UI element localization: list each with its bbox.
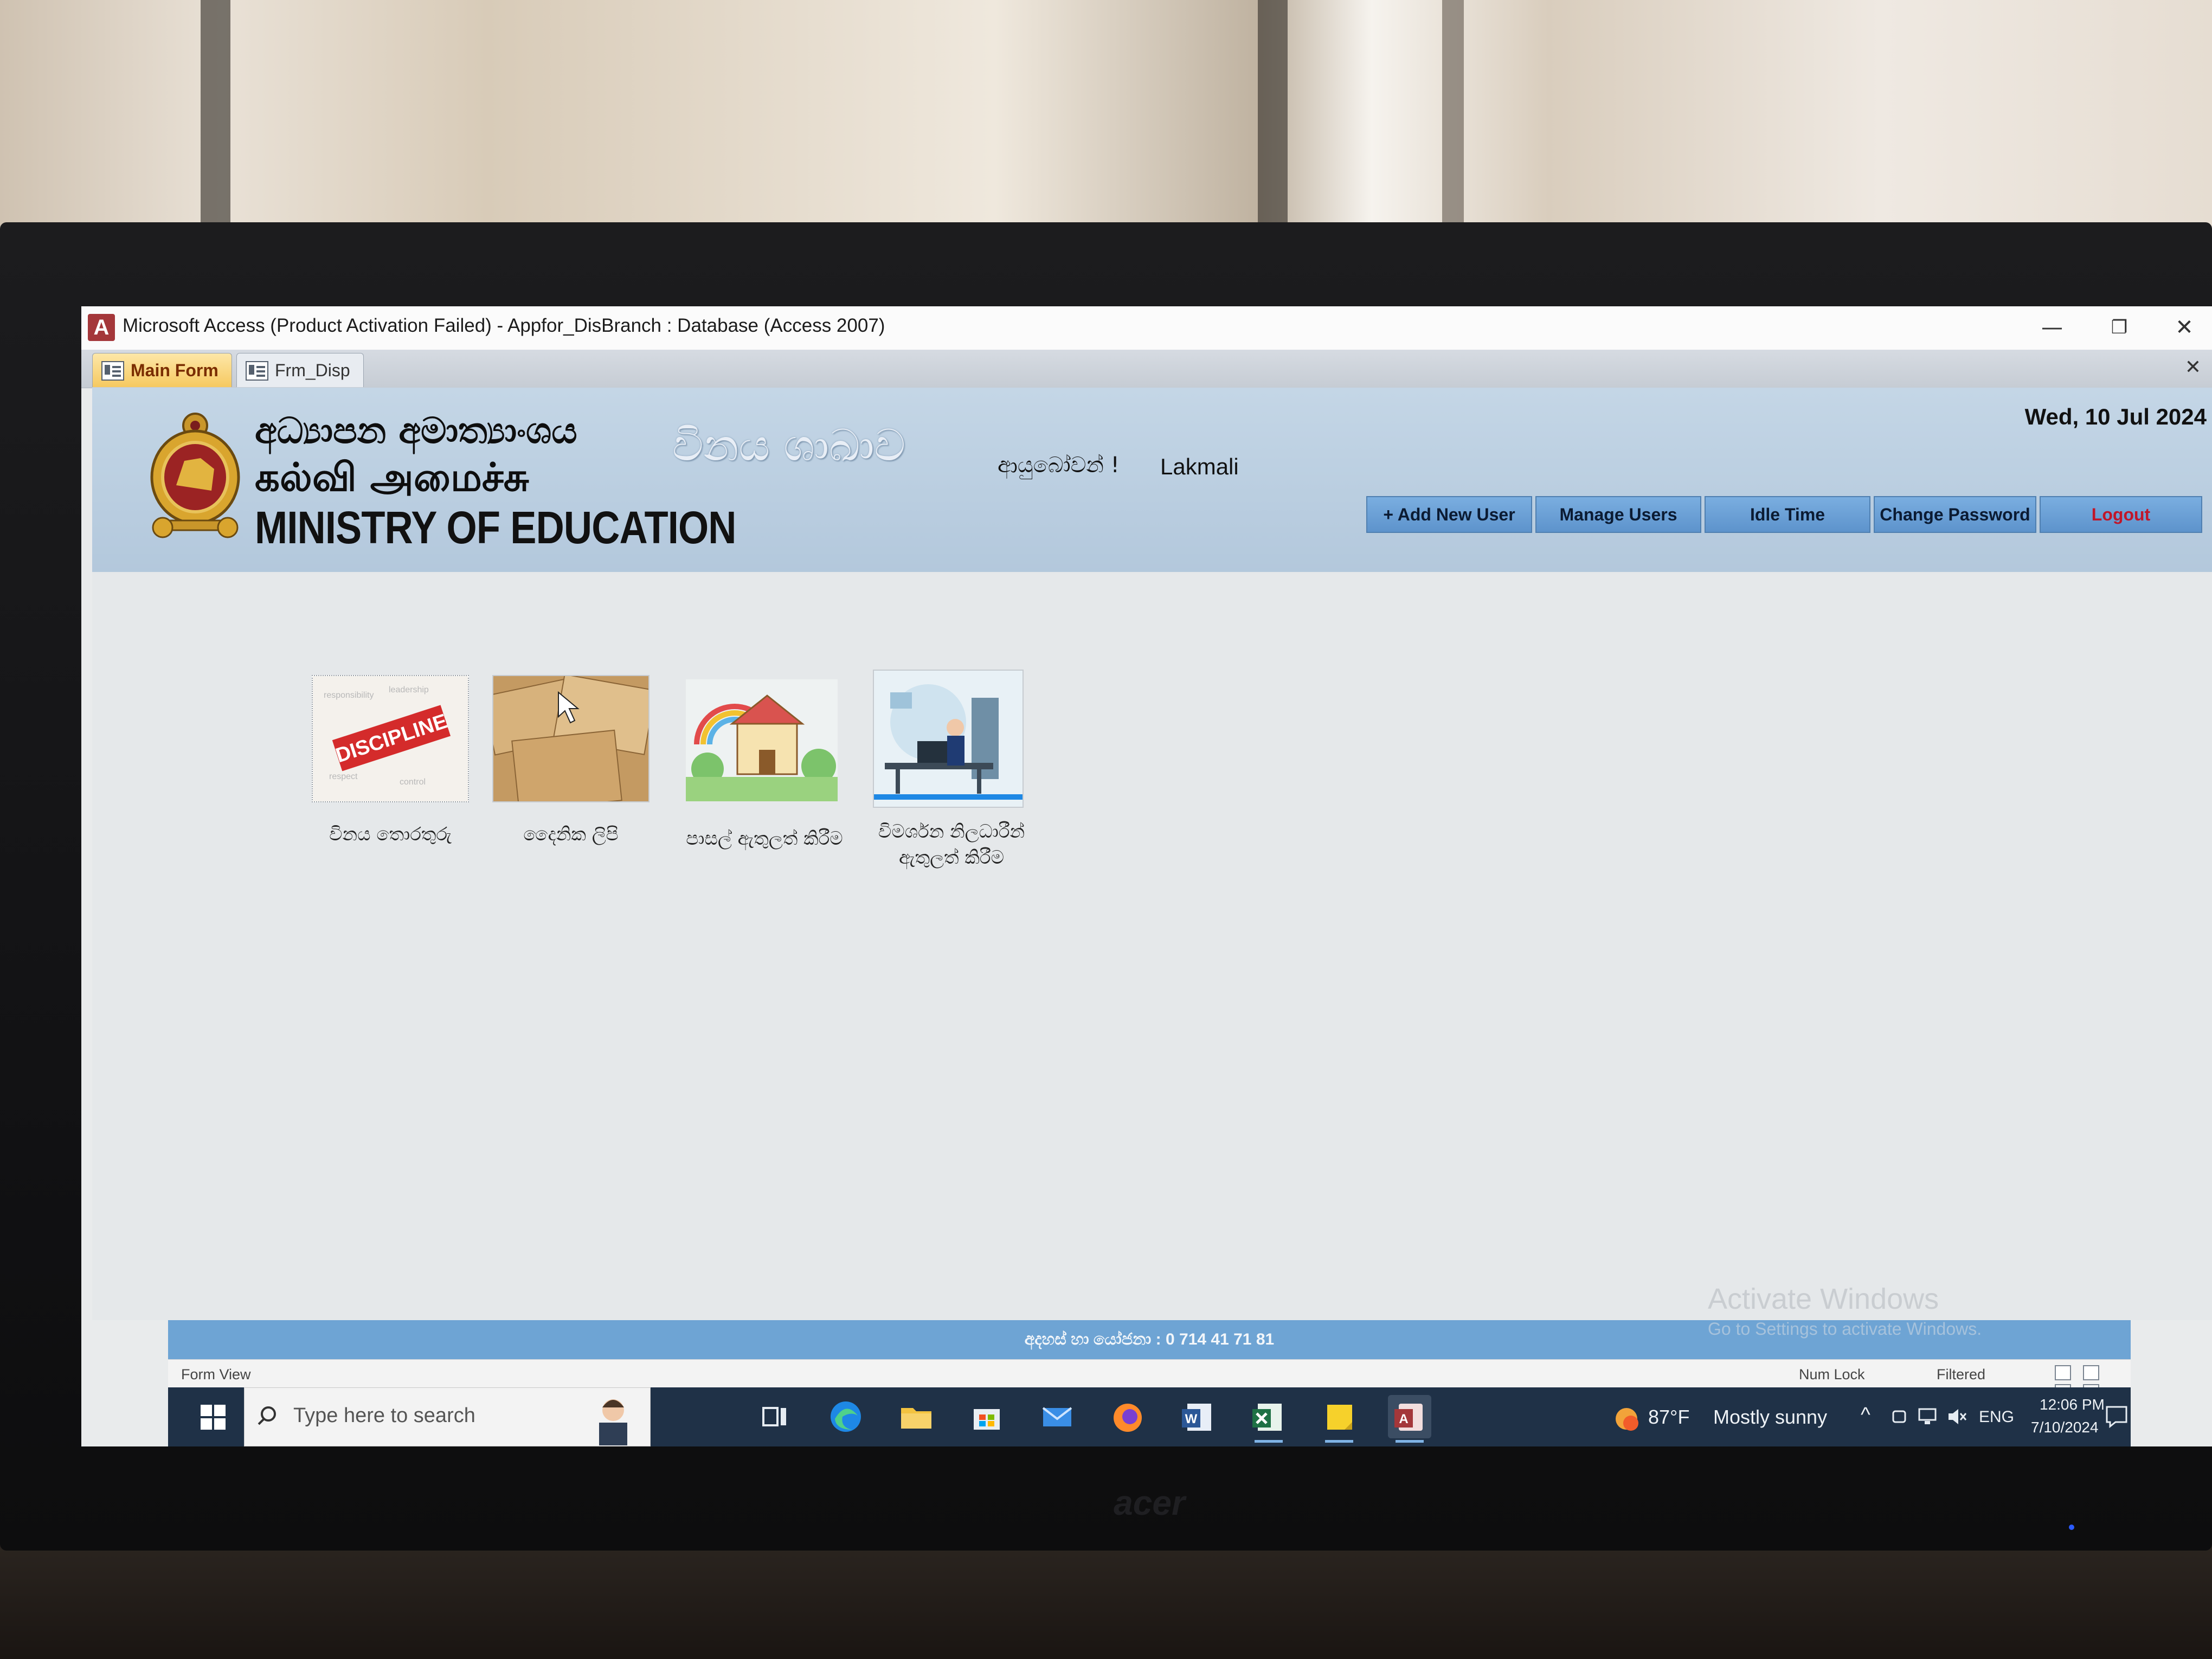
power-led bbox=[2069, 1525, 2074, 1530]
ministry-name-english: MINISTRY OF EDUCATION bbox=[255, 502, 736, 553]
close-document-icon[interactable]: ✕ bbox=[2185, 356, 2201, 378]
start-button[interactable] bbox=[201, 1405, 226, 1430]
officer-image[interactable] bbox=[873, 670, 1024, 808]
weather-condition[interactable]: Mostly sunny bbox=[1713, 1406, 1827, 1429]
logged-in-username: Lakmali bbox=[1160, 454, 1239, 479]
add-new-user-button[interactable]: + Add New User bbox=[1366, 496, 1532, 533]
monitor-brand-logo: acer bbox=[1114, 1483, 1185, 1522]
tile-label: විමර්ශන නිලධාරීන් ඇතුලත් කිරීම bbox=[878, 821, 1025, 869]
window-titlebar[interactable]: A Microsoft Access (Product Activation F… bbox=[81, 306, 2212, 350]
school-image[interactable] bbox=[686, 679, 838, 801]
word-icon[interactable]: W bbox=[1176, 1395, 1220, 1438]
discipline-image[interactable]: responsibility leadership respect control … bbox=[312, 675, 469, 802]
search-highlight-illustration bbox=[599, 1399, 627, 1445]
status-bar: Form View Num Lock Filtered bbox=[168, 1359, 2131, 1418]
idle-time-button[interactable]: Idle Time bbox=[1705, 496, 1870, 533]
windows-taskbar: Type here to search W A 87°F Mostly sunn… bbox=[168, 1387, 2131, 1446]
taskbar-search-box[interactable]: Type here to search bbox=[244, 1387, 651, 1446]
filtered-status: Filtered bbox=[1937, 1366, 1986, 1382]
store-icon[interactable] bbox=[965, 1395, 1008, 1438]
form-header: අධ්‍යාපන අමාත්‍යාංශය கல்வி அமைச்சு MINIS… bbox=[92, 388, 2212, 572]
tab-label: Main Form bbox=[131, 361, 218, 380]
svg-text:respect: respect bbox=[329, 772, 358, 781]
svg-text:A: A bbox=[1399, 1412, 1408, 1426]
network-icon[interactable] bbox=[1917, 1407, 1939, 1426]
access-app-icon[interactable]: A bbox=[88, 314, 115, 341]
ministry-name-tamil: கல்வி அமைச்சு bbox=[255, 454, 529, 500]
window-frame-post bbox=[201, 0, 230, 233]
clock-date[interactable]: 7/10/2024 bbox=[2031, 1419, 2099, 1436]
excel-icon[interactable] bbox=[1247, 1395, 1290, 1443]
activate-windows-watermark: Activate Windows bbox=[1708, 1283, 1939, 1315]
tile-label: විනය තොරතුරු bbox=[329, 824, 452, 845]
form-body: responsibility leadership respect control … bbox=[92, 572, 2212, 1320]
search-placeholder: Type here to search bbox=[293, 1404, 475, 1427]
restore-button[interactable]: ❐ bbox=[2095, 308, 2144, 346]
ministry-name-sinhala: අධ්‍යාපන අමාත්‍යාංශය bbox=[255, 409, 577, 452]
tray-overflow-chevron-icon[interactable]: ^ bbox=[1861, 1404, 1870, 1427]
weather-sun-icon[interactable] bbox=[1610, 1403, 1643, 1435]
letters-image[interactable] bbox=[492, 675, 650, 802]
num-lock-status: Num Lock bbox=[1799, 1366, 1865, 1382]
change-password-button[interactable]: Change Password bbox=[1874, 496, 2036, 533]
mail-icon[interactable] bbox=[1036, 1395, 1079, 1438]
input-language[interactable]: ENG bbox=[1979, 1408, 2014, 1426]
notifications-icon[interactable] bbox=[2104, 1404, 2130, 1430]
meet-now-icon[interactable] bbox=[1890, 1407, 1909, 1426]
activate-windows-subtext: Go to Settings to activate Windows. bbox=[1708, 1319, 1982, 1339]
form-icon bbox=[246, 361, 268, 381]
window-frame-post bbox=[1442, 0, 1464, 233]
welcome-text: ආයුබෝවන් ! bbox=[998, 453, 1120, 478]
svg-text:control: control bbox=[400, 777, 426, 787]
weather-temperature[interactable]: 87°F bbox=[1648, 1406, 1689, 1429]
svg-text:responsibility: responsibility bbox=[324, 691, 374, 700]
logout-button[interactable]: Logout bbox=[2040, 496, 2202, 533]
tab-label: Frm_Disp bbox=[275, 361, 350, 380]
desk bbox=[0, 1540, 2212, 1659]
file-explorer-icon[interactable] bbox=[895, 1395, 938, 1438]
datasheet-view-icon[interactable] bbox=[2082, 1365, 2099, 1380]
tile-label: දෛනික ලිපි bbox=[523, 824, 619, 845]
svg-text:W: W bbox=[1185, 1412, 1198, 1426]
window-title: Microsoft Access (Product Activation Fai… bbox=[123, 315, 885, 336]
edge-browser-icon[interactable] bbox=[824, 1395, 867, 1438]
view-mode-status: Form View bbox=[181, 1366, 251, 1382]
task-view-icon[interactable] bbox=[754, 1395, 797, 1438]
windows-logo-icon bbox=[201, 1405, 212, 1416]
firefox-icon[interactable] bbox=[1106, 1395, 1149, 1438]
volume-muted-icon[interactable] bbox=[1946, 1407, 1968, 1426]
form-icon bbox=[101, 361, 124, 381]
manage-users-button[interactable]: Manage Users bbox=[1535, 496, 1701, 533]
minimize-button[interactable]: — bbox=[2028, 308, 2076, 346]
window-frame-post bbox=[1258, 0, 1288, 233]
clock-time[interactable]: 12:06 PM bbox=[2040, 1396, 2105, 1413]
form-view-icon[interactable] bbox=[2055, 1365, 2071, 1380]
room-background bbox=[0, 0, 2212, 233]
close-window-button[interactable]: ✕ bbox=[2160, 308, 2209, 346]
sticky-notes-icon[interactable] bbox=[1317, 1395, 1361, 1443]
search-icon bbox=[261, 1406, 276, 1422]
branch-title: විනය ශාඛාව bbox=[672, 420, 905, 471]
screen: A Microsoft Access (Product Activation F… bbox=[81, 306, 2212, 1446]
access-taskbar-icon[interactable]: A bbox=[1388, 1395, 1431, 1443]
document-tab-bar: Main Form Frm_Disp ✕ bbox=[81, 350, 2212, 388]
current-date: Wed, 10 Jul 2024 bbox=[2024, 404, 2207, 429]
tile-label: පාසල් ඇතුලත් කිරීම bbox=[686, 828, 843, 850]
svg-text:leadership: leadership bbox=[389, 685, 429, 695]
tab-frm-disp[interactable]: Frm_Disp bbox=[236, 353, 364, 387]
sri-lanka-emblem-logo bbox=[150, 413, 240, 538]
tab-main-form[interactable]: Main Form bbox=[92, 353, 232, 387]
